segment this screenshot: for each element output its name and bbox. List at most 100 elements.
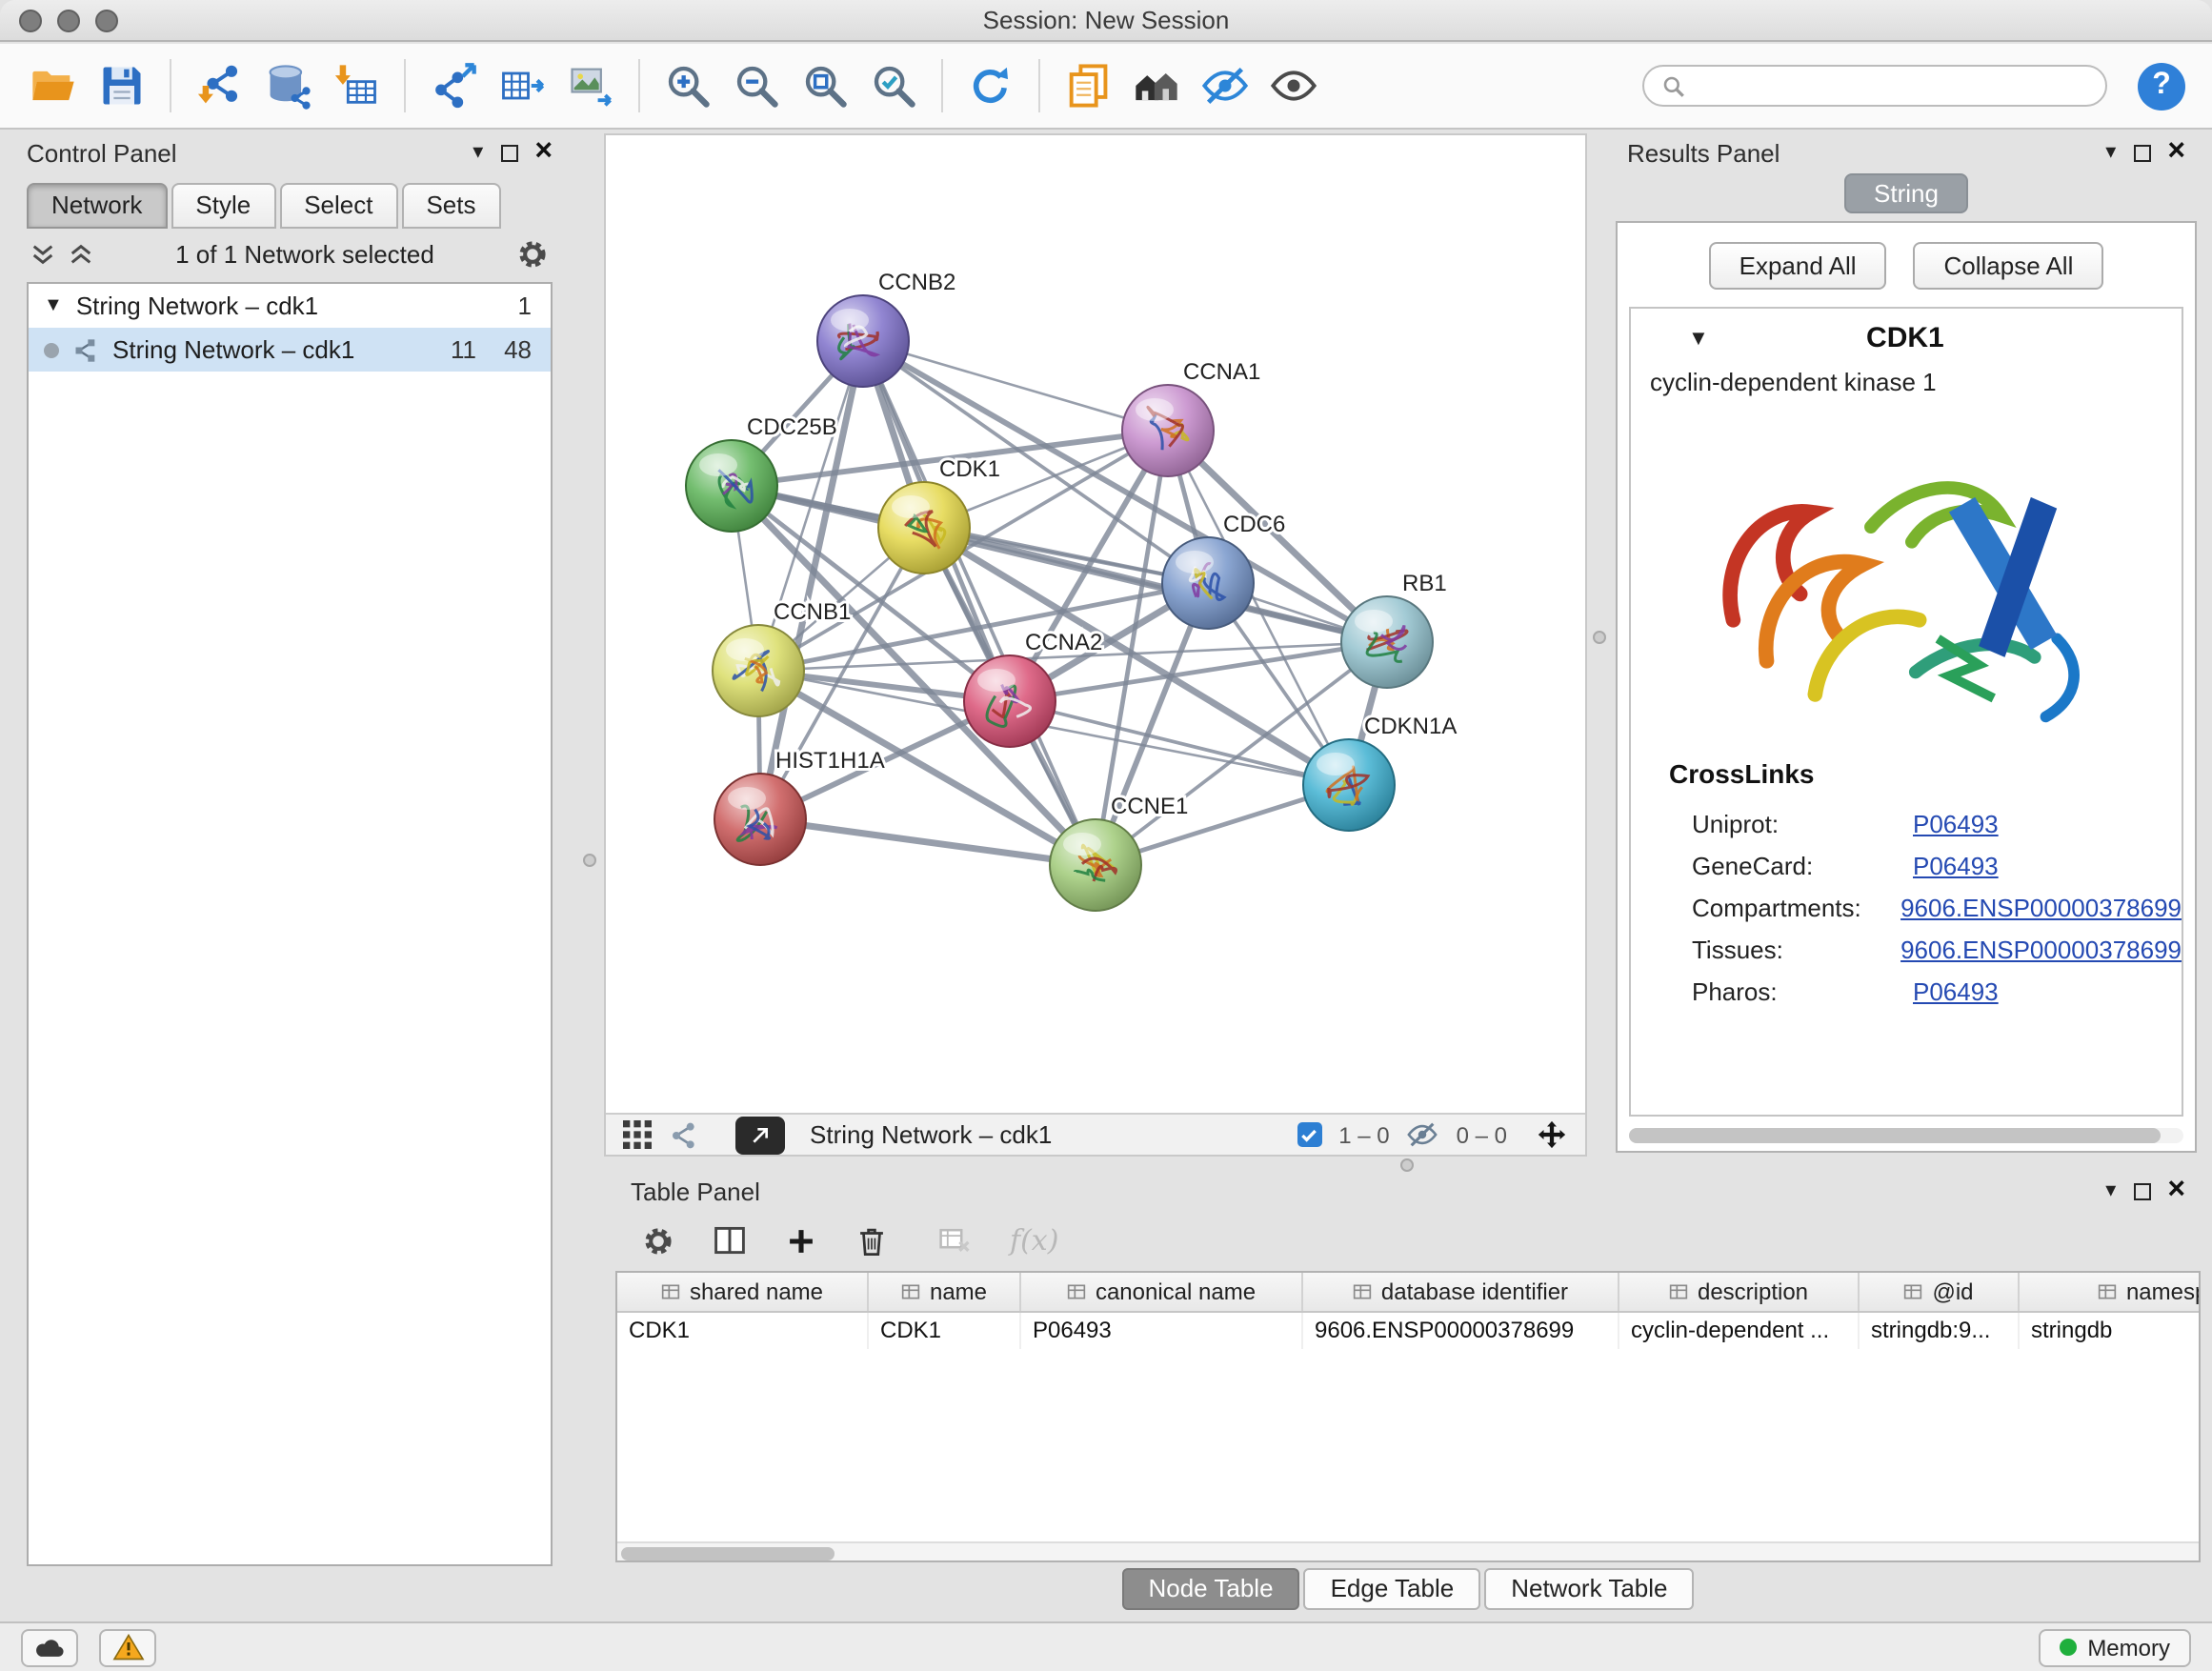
warning-button[interactable] bbox=[99, 1628, 156, 1666]
network-node-ccna1[interactable]: CCNA1 bbox=[1122, 359, 1260, 476]
panel-close-button[interactable]: × bbox=[534, 137, 553, 168]
cell-id[interactable]: stringdb:9... bbox=[1860, 1313, 2020, 1349]
tab-network-table[interactable]: Network Table bbox=[1484, 1567, 1694, 1609]
export-table-button[interactable] bbox=[488, 51, 556, 120]
pharos-link[interactable]: P06493 bbox=[1913, 976, 1999, 1005]
network-row[interactable]: String Network – cdk1 11 48 bbox=[29, 328, 551, 372]
splitter-handle[interactable] bbox=[583, 854, 596, 867]
splitter-handle[interactable] bbox=[1593, 631, 1606, 644]
open-view-button[interactable] bbox=[735, 1116, 785, 1154]
compartments-link[interactable]: 9606.ENSP00000378699 bbox=[1900, 893, 2182, 921]
tab-network[interactable]: Network bbox=[27, 183, 167, 229]
window-close-button[interactable] bbox=[19, 10, 42, 32]
collapse-all-icon[interactable] bbox=[69, 241, 93, 266]
network-node-hist1h1a[interactable]: HIST1H1A bbox=[714, 748, 885, 865]
column-header[interactable]: description bbox=[1619, 1273, 1860, 1311]
gene-card-header[interactable]: ▼ CDK1 bbox=[1631, 309, 2182, 362]
results-panel-title: Results Panel bbox=[1627, 138, 1780, 167]
cell-database-identifier[interactable]: 9606.ENSP00000378699 bbox=[1303, 1313, 1619, 1349]
network-edge[interactable] bbox=[863, 341, 1168, 431]
hidden-eye-slash-icon[interactable] bbox=[1407, 1118, 1439, 1151]
export-network-button[interactable] bbox=[419, 51, 488, 120]
panel-close-button[interactable]: × bbox=[2167, 1176, 2185, 1206]
disclosure-triangle-icon[interactable]: ▼ bbox=[44, 295, 63, 316]
cell-name[interactable]: CDK1 bbox=[869, 1313, 1021, 1349]
grid-icon[interactable] bbox=[623, 1120, 652, 1149]
column-header[interactable]: namespace bbox=[2020, 1273, 2201, 1311]
move-crosshair-icon[interactable] bbox=[1536, 1118, 1568, 1151]
hide-selected-button[interactable] bbox=[1191, 51, 1259, 120]
collapse-gene-icon[interactable]: ▼ bbox=[1688, 327, 1709, 350]
birdseye-view-button[interactable] bbox=[1122, 51, 1191, 120]
tab-sets[interactable]: Sets bbox=[401, 183, 500, 229]
column-header[interactable]: name bbox=[869, 1273, 1021, 1311]
table-row[interactable]: CDK1 CDK1 P06493 9606.ENSP00000378699 cy… bbox=[617, 1313, 2199, 1349]
search-input[interactable] bbox=[1698, 72, 2088, 99]
show-columns-icon[interactable] bbox=[713, 1223, 747, 1258]
gear-icon[interactable] bbox=[516, 237, 549, 270]
save-session-button[interactable] bbox=[88, 51, 156, 120]
tab-node-table[interactable]: Node Table bbox=[1121, 1567, 1299, 1609]
tissues-link[interactable]: 9606.ENSP00000378699 bbox=[1900, 935, 2182, 963]
delete-trash-icon[interactable] bbox=[855, 1224, 888, 1257]
column-header[interactable]: shared name bbox=[617, 1273, 869, 1311]
cell-description[interactable]: cyclin-dependent ... bbox=[1619, 1313, 1860, 1349]
column-header[interactable]: @id bbox=[1860, 1273, 2020, 1311]
panel-menu-button[interactable]: ▾ bbox=[473, 142, 483, 163]
show-all-button[interactable] bbox=[1259, 51, 1328, 120]
cell-canonical-name[interactable]: P06493 bbox=[1021, 1313, 1303, 1349]
column-header[interactable]: database identifier bbox=[1303, 1273, 1619, 1311]
splitter-handle[interactable] bbox=[1400, 1158, 1414, 1172]
panel-close-button[interactable]: × bbox=[2167, 137, 2185, 168]
panel-menu-button[interactable]: ▾ bbox=[2105, 142, 2116, 163]
add-column-plus-icon[interactable] bbox=[785, 1224, 817, 1257]
tab-select[interactable]: Select bbox=[279, 183, 397, 229]
memory-button[interactable]: Memory bbox=[2038, 1628, 2191, 1666]
results-horizontal-scrollbar[interactable] bbox=[1629, 1128, 2183, 1143]
window-zoom-button[interactable] bbox=[95, 10, 118, 32]
cell-shared-name[interactable]: CDK1 bbox=[617, 1313, 869, 1349]
network-collection-row[interactable]: ▼ String Network – cdk1 1 bbox=[29, 284, 551, 328]
import-network-database-button[interactable] bbox=[253, 51, 322, 120]
panel-menu-button[interactable]: ▾ bbox=[2105, 1180, 2116, 1201]
panel-float-button[interactable] bbox=[2133, 1182, 2150, 1199]
network-node-ccnb2[interactable]: CCNB2 bbox=[817, 270, 955, 387]
selected-checkbox-icon[interactable] bbox=[1297, 1122, 1321, 1147]
panel-float-button[interactable] bbox=[2133, 144, 2150, 161]
open-session-button[interactable] bbox=[19, 51, 88, 120]
string-results-tab[interactable]: String bbox=[1843, 173, 1969, 213]
network-node-rb1[interactable]: RB1 bbox=[1341, 571, 1447, 688]
network-node-cdkn1a[interactable]: CDKN1A bbox=[1303, 714, 1457, 831]
network-edge[interactable] bbox=[863, 341, 1096, 865]
zoom-out-button[interactable] bbox=[722, 51, 791, 120]
zoom-selected-button[interactable] bbox=[859, 51, 928, 120]
help-button[interactable]: ? bbox=[2138, 62, 2185, 110]
network-node-cdk1[interactable]: CDK1 bbox=[878, 456, 1000, 574]
uniprot-link[interactable]: P06493 bbox=[1913, 809, 1999, 837]
genecard-link[interactable]: P06493 bbox=[1913, 851, 1999, 879]
import-table-button[interactable] bbox=[322, 51, 391, 120]
collapse-all-button[interactable]: Collapse All bbox=[1914, 242, 2104, 290]
apply-layout-button[interactable] bbox=[956, 51, 1025, 120]
table-horizontal-scrollbar[interactable] bbox=[617, 1541, 2199, 1560]
cloud-button[interactable] bbox=[21, 1628, 78, 1666]
network-canvas[interactable]: CCNB2CCNA1CDC25BCDK1CDC6RB1CCNB1CCNA2CDK… bbox=[606, 135, 1585, 1113]
expand-all-button[interactable]: Expand All bbox=[1709, 242, 1887, 290]
tab-edge-table[interactable]: Edge Table bbox=[1304, 1567, 1481, 1609]
window-minimize-button[interactable] bbox=[57, 10, 80, 32]
expand-all-icon[interactable] bbox=[30, 241, 55, 266]
tab-style[interactable]: Style bbox=[171, 183, 275, 229]
cell-namespace[interactable]: stringdb bbox=[2020, 1313, 2201, 1349]
network-graph[interactable]: CCNB2CCNA1CDC25BCDK1CDC6RB1CCNB1CCNA2CDK… bbox=[606, 135, 1585, 1103]
toolbar-separator bbox=[638, 59, 640, 112]
panel-float-button[interactable] bbox=[500, 144, 517, 161]
zoom-fit-button[interactable] bbox=[791, 51, 859, 120]
import-network-file-button[interactable] bbox=[185, 51, 253, 120]
duplicate-network-button[interactable] bbox=[1054, 51, 1122, 120]
column-header[interactable]: canonical name bbox=[1021, 1273, 1303, 1311]
zoom-in-button[interactable] bbox=[654, 51, 722, 120]
export-image-button[interactable] bbox=[556, 51, 625, 120]
network-edge[interactable] bbox=[760, 819, 1096, 865]
share-view-icon[interactable] bbox=[669, 1119, 699, 1150]
table-settings-gear-icon[interactable] bbox=[642, 1224, 674, 1257]
